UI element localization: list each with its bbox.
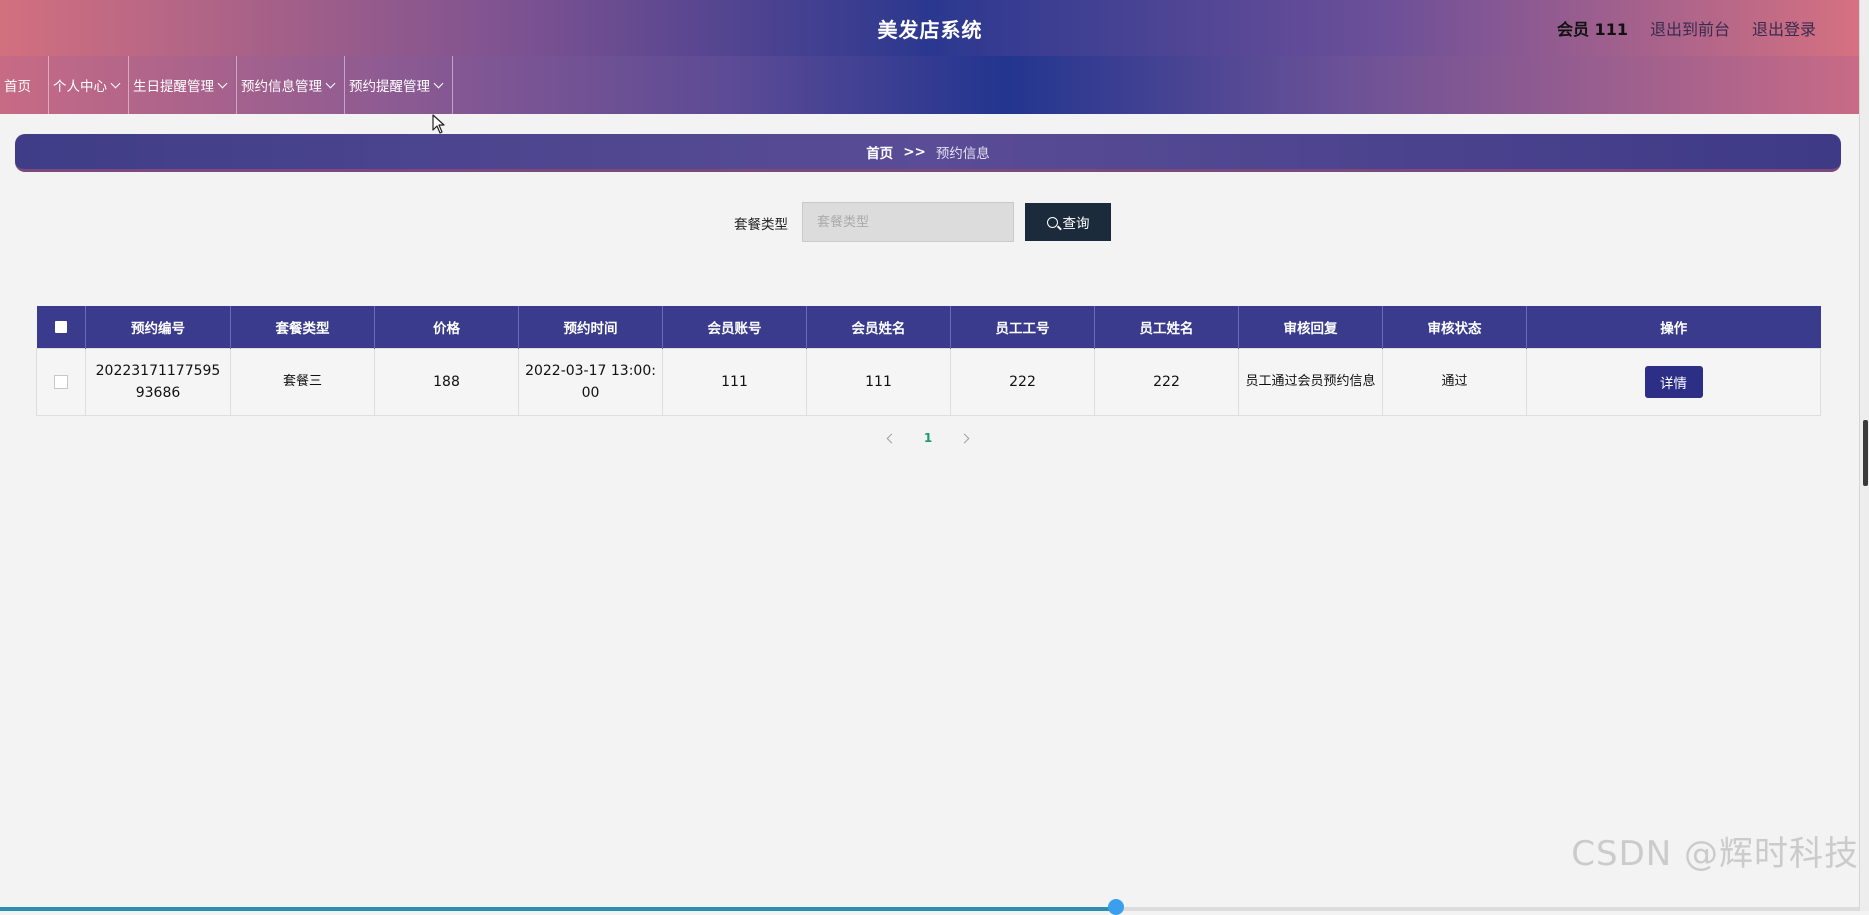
nav-item-appointment-reminder[interactable]: 预约提醒管理 bbox=[345, 56, 453, 114]
nav-item-personal[interactable]: 个人中心 bbox=[49, 56, 129, 114]
nav-item-birthday[interactable]: 生日提醒管理 bbox=[129, 56, 237, 114]
nav-item-label: 个人中心 bbox=[53, 79, 107, 95]
current-user-label: 会员 111 bbox=[1556, 20, 1628, 39]
search-button[interactable]: 查询 bbox=[1025, 203, 1111, 241]
table-header-row: 预约编号 套餐类型 价格 预约时间 会员账号 会员姓名 员工工号 员工姓名 审核… bbox=[36, 306, 1821, 349]
staff-no-cell: 222 bbox=[950, 348, 1095, 416]
pagination: 1 bbox=[886, 428, 970, 448]
select-all-cell bbox=[36, 306, 86, 349]
header-actions: 会员 111 退出到前台 退出登录 bbox=[1557, 16, 1816, 40]
logout-link[interactable]: 退出登录 bbox=[1752, 16, 1816, 40]
exit-to-frontend-link[interactable]: 退出到前台 bbox=[1650, 16, 1730, 40]
nav-item-label: 预约信息管理 bbox=[241, 79, 322, 95]
chevron-down-icon bbox=[110, 78, 121, 88]
nav-item-home[interactable]: 首页 bbox=[0, 56, 49, 114]
column-header: 审核回复 bbox=[1238, 306, 1383, 349]
page-number-current[interactable]: 1 bbox=[924, 431, 932, 445]
member-account-cell: 111 bbox=[662, 348, 807, 416]
prev-page-icon[interactable] bbox=[886, 433, 897, 443]
package-type-cell: 套餐三 bbox=[230, 348, 375, 416]
package-type-search-input[interactable] bbox=[802, 202, 1014, 242]
appointment-table: 预约编号 套餐类型 价格 预约时间 会员账号 会员姓名 员工工号 员工姓名 审核… bbox=[36, 306, 1821, 416]
review-status-cell: 通过 bbox=[1382, 348, 1527, 416]
actions-cell: 详情 bbox=[1526, 348, 1821, 416]
column-header: 员工姓名 bbox=[1094, 306, 1239, 349]
chevron-down-icon bbox=[325, 78, 336, 88]
search-button-label: 查询 bbox=[1062, 216, 1090, 232]
row-select-cell bbox=[36, 348, 86, 416]
appointment-time-cell: 2022-03-17 13:00:00 bbox=[518, 348, 663, 416]
next-page-icon[interactable] bbox=[959, 433, 970, 443]
column-header: 操作 bbox=[1526, 306, 1821, 349]
price-cell: 188 bbox=[374, 348, 519, 416]
column-header: 预约时间 bbox=[518, 306, 663, 349]
appointment-no-cell: 2022317117759593686 bbox=[85, 348, 231, 416]
mouse-cursor-icon bbox=[432, 114, 445, 134]
column-header: 价格 bbox=[374, 306, 519, 349]
search-icon bbox=[1046, 216, 1058, 228]
table-row: 2022317117759593686 套餐三 188 2022-03-17 1… bbox=[36, 348, 1821, 416]
chevron-down-icon bbox=[433, 78, 444, 88]
progress-handle[interactable] bbox=[1108, 899, 1124, 915]
select-all-checkbox[interactable] bbox=[54, 321, 67, 333]
column-header: 审核状态 bbox=[1382, 306, 1527, 349]
breadcrumb: 首页 >> 预约信息 bbox=[15, 134, 1841, 172]
breadcrumb-home[interactable]: 首页 bbox=[866, 142, 893, 162]
scrollbar-thumb[interactable] bbox=[1863, 420, 1868, 486]
nav-item-label: 预约提醒管理 bbox=[349, 79, 430, 95]
watermark: CSDN @辉时科技 bbox=[1571, 834, 1859, 874]
search-label: 套餐类型 bbox=[734, 217, 788, 233]
vertical-scrollbar[interactable] bbox=[1859, 0, 1869, 911]
nav-item-label: 首页 bbox=[4, 79, 31, 95]
column-header: 会员账号 bbox=[662, 306, 807, 349]
review-reply-cell: 员工通过会员预约信息 bbox=[1238, 348, 1383, 416]
nav-item-label: 生日提醒管理 bbox=[133, 79, 214, 95]
playback-progress-bar[interactable] bbox=[0, 899, 1860, 915]
progress-fill bbox=[0, 907, 1116, 911]
column-header: 套餐类型 bbox=[230, 306, 375, 349]
row-checkbox[interactable] bbox=[54, 375, 68, 389]
chevron-down-icon bbox=[217, 78, 228, 88]
column-header: 预约编号 bbox=[85, 306, 231, 349]
column-header: 员工工号 bbox=[950, 306, 1095, 349]
breadcrumb-separator: >> bbox=[903, 143, 926, 160]
staff-name-cell: 222 bbox=[1094, 348, 1239, 416]
member-name-cell: 111 bbox=[806, 348, 951, 416]
top-header: 美发店系统 会员 111 退出到前台 退出登录 bbox=[0, 0, 1860, 56]
main-nav: 首页 个人中心 生日提醒管理 预约信息管理 预约提醒管理 bbox=[0, 56, 1860, 114]
breadcrumb-current: 预约信息 bbox=[935, 145, 990, 162]
nav-item-appointment-info[interactable]: 预约信息管理 bbox=[237, 56, 345, 114]
column-header: 会员姓名 bbox=[806, 306, 951, 349]
detail-button[interactable]: 详情 bbox=[1644, 366, 1703, 398]
